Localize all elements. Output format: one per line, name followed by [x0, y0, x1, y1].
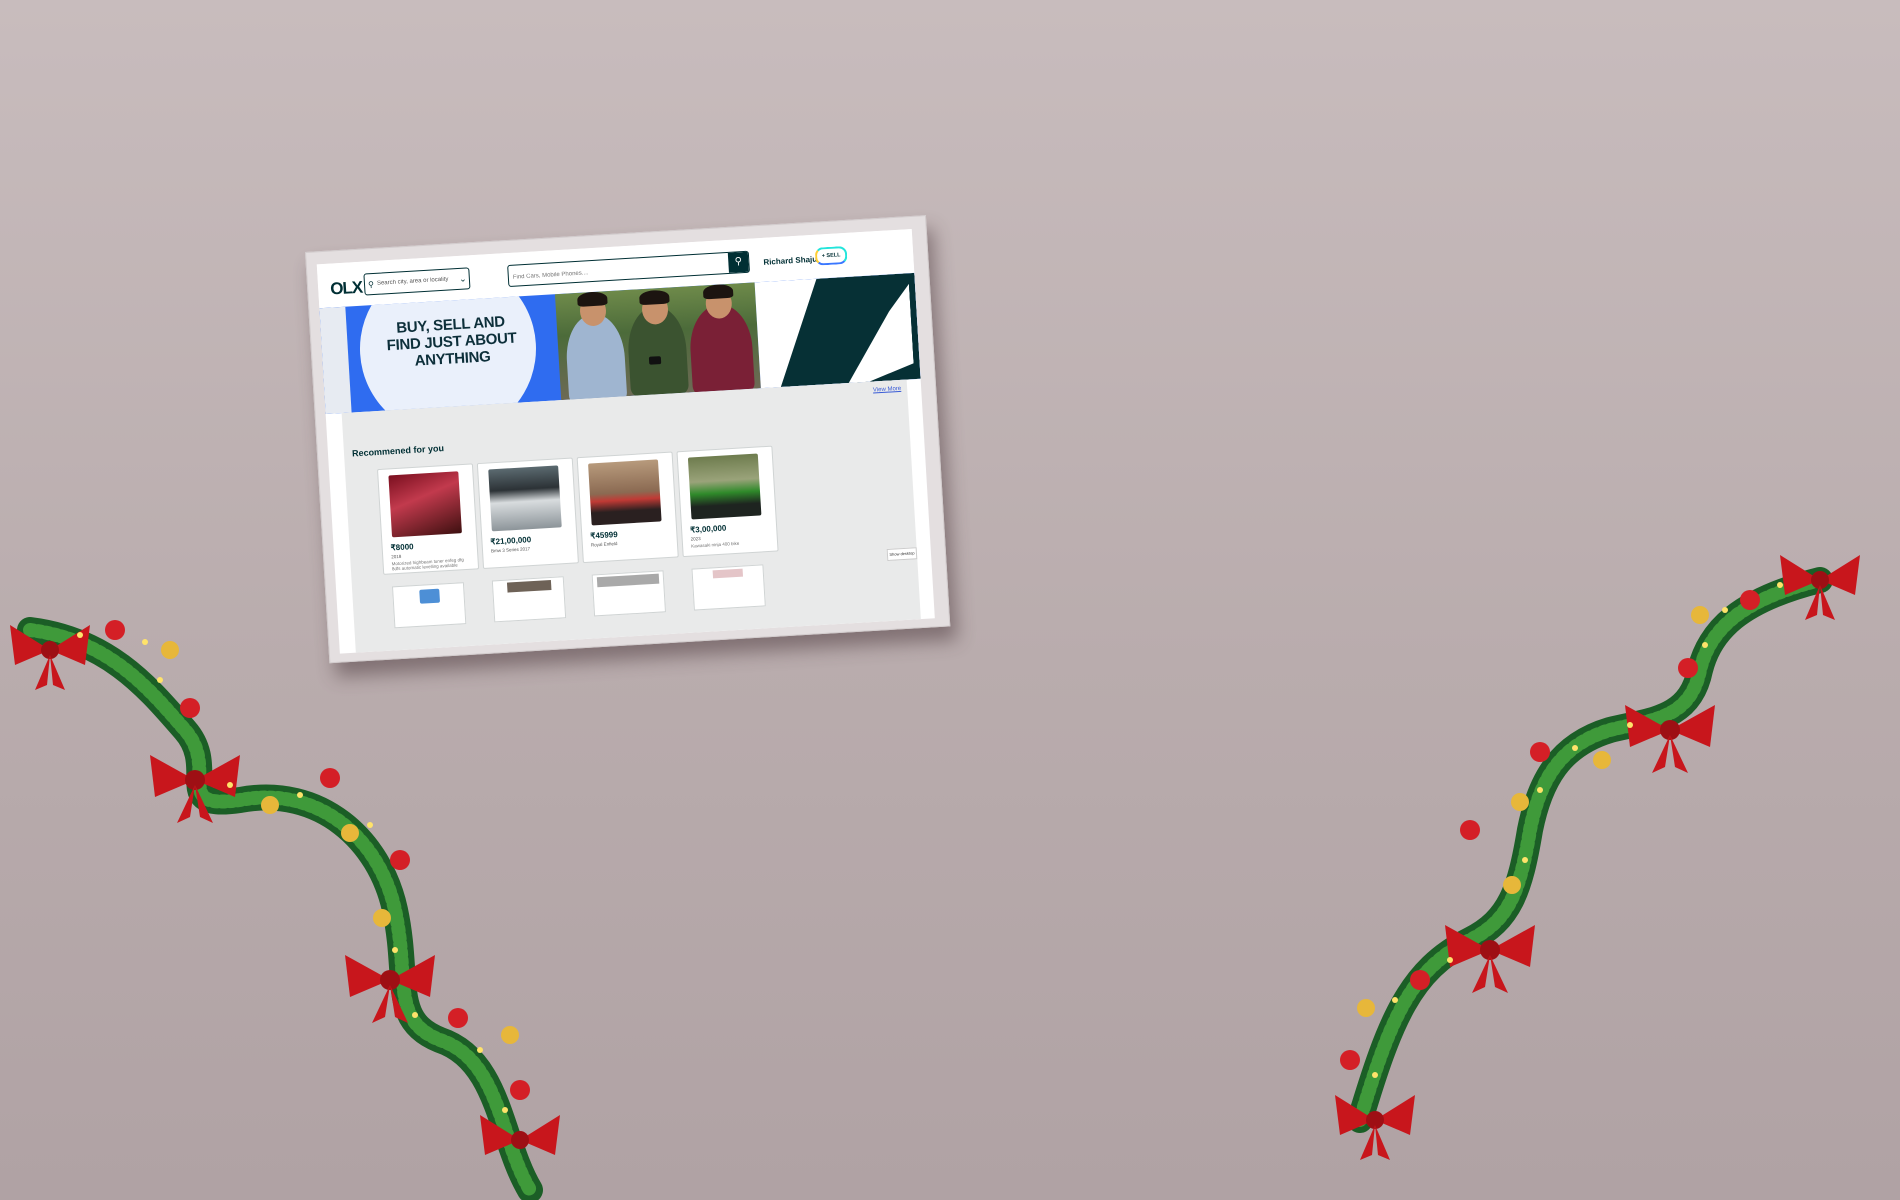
olx-logo[interactable]: OLX	[330, 278, 363, 300]
listing-image[interactable]	[596, 573, 660, 588]
ribbon-bow-icon	[1445, 925, 1535, 993]
search-icon: ⚲	[367, 279, 375, 289]
ornament-ball-icon	[105, 620, 530, 1100]
ribbon-bow-icon	[480, 1115, 560, 1155]
listing-description: Motorized highbeam tuner enfeg dfg 8dfs …	[391, 557, 464, 572]
banner-left-strip	[319, 306, 352, 415]
listing-price: ₹3,00,000	[689, 523, 727, 535]
listing-card[interactable]: ₹3,00,000 2023 Kawasaki ninja 400 bike	[676, 445, 779, 558]
listing-description: Kawasaki ninja 400 bike	[690, 540, 740, 549]
listing-card[interactable]	[491, 576, 567, 623]
listing-card[interactable]	[591, 570, 666, 617]
banner-person	[564, 312, 628, 406]
garland-decoration-right	[1335, 555, 1860, 1160]
listing-image[interactable]	[712, 568, 744, 579]
ornament-ball-icon	[1340, 590, 1760, 1070]
show-desktop-button[interactable]: Show desktop	[886, 547, 918, 562]
search-bar: ⚲	[507, 250, 751, 287]
listing-card[interactable]: ₹8000 2018 Motorized highbeam tuner enfe…	[377, 463, 480, 575]
location-input[interactable]: Search city, area or locality	[377, 276, 457, 287]
listing-image[interactable]	[388, 471, 462, 538]
chevron-down-icon[interactable]: ⌄	[457, 273, 470, 285]
ribbon-bow-icon	[1780, 555, 1860, 620]
ribbon-bow-icon	[150, 755, 240, 823]
listing-price: ₹21,00,000	[490, 535, 532, 547]
screenshot-frame: OLX ⚲ Search city, area or locality ⌄ ⚲ …	[305, 215, 951, 664]
listing-card[interactable]: ₹45999 Royal Enfield	[576, 451, 679, 564]
garland-branch	[17, 617, 543, 1200]
ribbon-bow-icon	[1335, 1095, 1415, 1160]
listing-card[interactable]	[691, 564, 766, 611]
olx-homepage: OLX ⚲ Search city, area or locality ⌄ ⚲ …	[316, 228, 935, 654]
location-selector[interactable]: ⚲ Search city, area or locality ⌄	[363, 267, 471, 296]
phone-icon	[648, 356, 662, 365]
sell-button[interactable]: + SELL	[814, 245, 848, 266]
garland-branch	[1347, 567, 1833, 1133]
search-button[interactable]: ⚲	[727, 251, 749, 273]
listing-card[interactable]	[391, 582, 467, 629]
search-icon: ⚲	[734, 256, 743, 268]
listing-price: ₹8000	[390, 542, 414, 553]
listing-subtitle: 2023	[690, 536, 701, 542]
listing-price: ₹45999	[590, 529, 618, 541]
garland-decoration-left	[10, 617, 560, 1200]
listing-image[interactable]	[687, 453, 762, 520]
banner-hair	[702, 283, 734, 300]
banner-headline: BUY, SELL AND FIND JUST ABOUT ANYTHING	[386, 313, 517, 370]
view-more-link[interactable]: View More	[873, 386, 902, 394]
user-name[interactable]: Richard Shaju	[763, 255, 817, 267]
star-light-icon	[77, 632, 508, 1113]
star-light-icon	[1372, 582, 1783, 1078]
listing-image[interactable]	[588, 459, 662, 526]
banner-hair	[638, 289, 670, 306]
garland-needles	[1353, 573, 1827, 1127]
listing-image[interactable]	[506, 579, 552, 593]
recommended-section: View More Recommened for you ₹8000 2018 …	[341, 379, 921, 653]
listing-image[interactable]	[419, 588, 441, 604]
ribbon-bow-icon	[10, 625, 90, 690]
ribbon-bow-icon	[1625, 705, 1715, 773]
listing-subtitle: Royal Enfield	[590, 540, 618, 548]
search-input[interactable]	[508, 256, 728, 287]
garland-needles	[23, 623, 537, 1197]
listing-subtitle: Bmw 3 Series 2017	[490, 546, 531, 554]
banner-photo	[554, 282, 761, 406]
banner-hair	[576, 291, 608, 307]
listing-image[interactable]	[488, 465, 562, 532]
listing-card[interactable]: ₹21,00,000 Bmw 3 Series 2017	[476, 457, 579, 569]
listing-subtitle: 2018	[391, 553, 402, 560]
section-title: Recommened for you	[351, 443, 445, 459]
ribbon-bow-icon	[345, 955, 435, 1023]
